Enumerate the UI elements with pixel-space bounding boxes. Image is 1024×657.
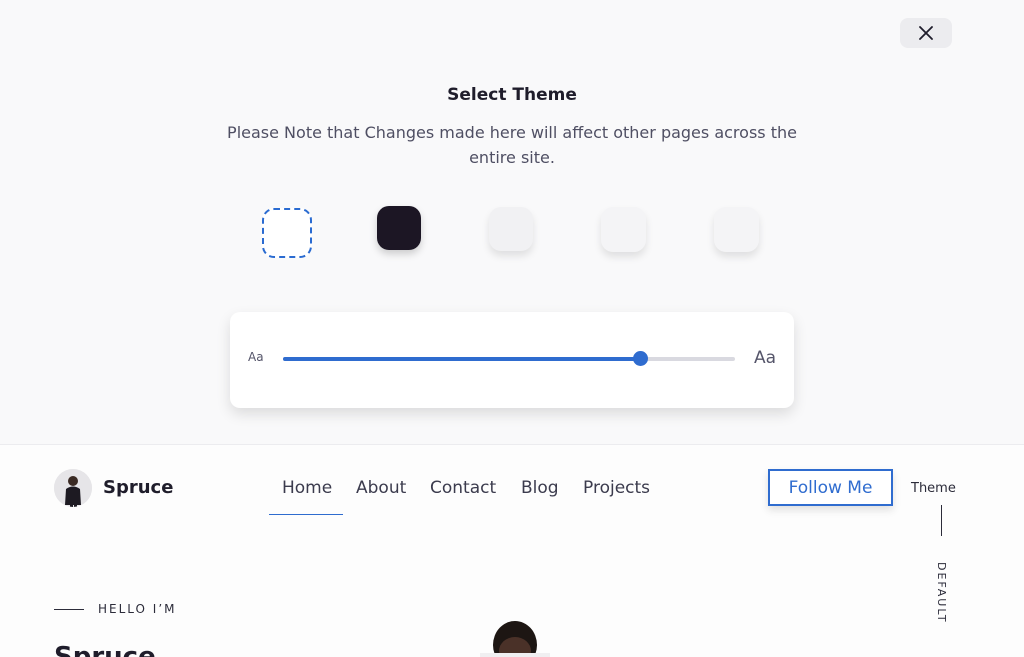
theme-panel: Select Theme Please Note that Changes ma… [0, 0, 1024, 445]
person-photo-icon [480, 621, 550, 657]
close-icon [919, 26, 933, 40]
hero-eyebrow: HELLO I’M [98, 602, 177, 616]
follow-me-button[interactable]: Follow Me [768, 469, 893, 506]
slider-fill [283, 357, 641, 361]
theme-swatch-dark[interactable] [377, 206, 421, 250]
theme-swatch-light-gray-2[interactable] [601, 207, 646, 252]
hello-divider [54, 609, 84, 610]
theme-divider [941, 505, 942, 536]
current-theme-label: DEFAULT [935, 562, 948, 624]
nav-home[interactable]: Home [282, 478, 332, 498]
font-size-large-label: Aa [754, 348, 777, 368]
nav-contact[interactable]: Contact [430, 478, 496, 498]
theme-swatch-white[interactable] [262, 208, 312, 258]
theme-swatch-light-gray[interactable] [489, 207, 533, 251]
nav-blog[interactable]: Blog [521, 478, 559, 498]
font-size-slider[interactable] [283, 351, 735, 366]
slider-thumb[interactable] [633, 351, 649, 366]
brand-name[interactable]: Spruce [103, 477, 173, 498]
panel-note: Please Note that Changes made here will … [227, 123, 797, 167]
person-avatar-icon [54, 469, 92, 507]
font-size-small-label: Aa [248, 350, 264, 364]
close-button[interactable] [900, 18, 952, 48]
panel-title: Select Theme [447, 85, 577, 105]
active-nav-underline [269, 514, 343, 515]
nav-projects[interactable]: Projects [583, 478, 650, 498]
theme-toggle[interactable]: Theme [911, 481, 956, 496]
hero-photo [480, 615, 550, 657]
hero-name: Spruce [54, 642, 156, 657]
font-size-card: Aa Aa [230, 312, 794, 408]
avatar[interactable] [54, 469, 92, 507]
nav-about[interactable]: About [356, 478, 406, 498]
theme-swatch-light-gray-3[interactable] [714, 207, 759, 252]
